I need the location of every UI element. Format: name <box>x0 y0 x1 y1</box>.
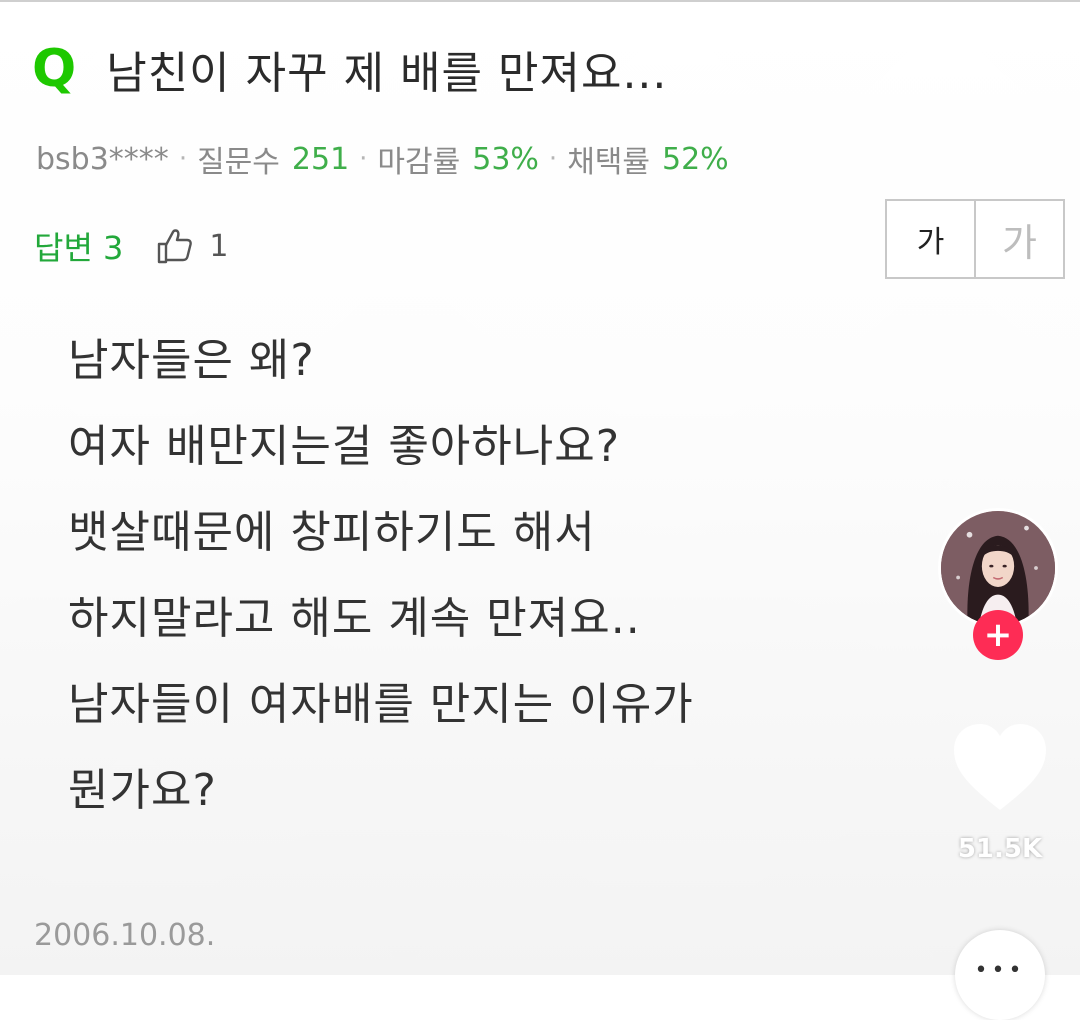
body-line: 뭔가요? <box>68 765 217 816</box>
body-line: 뱃살때문에 창피하기도 해서 <box>68 507 596 558</box>
body-line: 여자 배만지는걸 좋아하나요? <box>68 421 621 472</box>
avatar-portrait-icon <box>941 511 1055 625</box>
question-mark-icon: Q <box>32 39 77 99</box>
body-line: 남자들이 여자배를 만지는 이유가 <box>68 679 694 730</box>
question-meta: bsb3**** · 질문수 251 · 마감률 53% · 채택률 52% <box>36 135 729 183</box>
author-id[interactable]: bsb3**** <box>36 142 169 177</box>
adopt-rate-value: 52% <box>662 141 729 177</box>
question-header: Q 남친이 자꾸 제 배를 만져요... <box>32 34 667 104</box>
answer-bar: 답변 3 1 <box>34 220 229 272</box>
top-divider <box>0 0 1080 2</box>
question-title: 남친이 자꾸 제 배를 만져요... <box>106 48 668 99</box>
like-count: 1 <box>209 228 229 264</box>
question-body: 남자들은 왜? 여자 배만지는걸 좋아하나요? 뱃살때문에 창피하기도 해서 하… <box>68 318 928 834</box>
thumbs-up-icon[interactable] <box>153 224 197 268</box>
font-large-button[interactable]: 가 <box>976 201 1063 277</box>
meta-separator: · <box>359 144 368 174</box>
heart-icon[interactable] <box>952 722 1048 814</box>
questions-label: 질문수 <box>197 145 280 180</box>
body-line: 하지말라고 해도 계속 만져요.. <box>68 593 641 644</box>
questions-value: 251 <box>291 141 350 177</box>
font-small-button[interactable]: 가 <box>887 201 976 277</box>
follow-button[interactable]: + <box>973 610 1023 660</box>
close-rate-value: 53% <box>472 141 539 177</box>
font-size-toggle: 가 가 <box>885 199 1065 279</box>
adopt-rate-label: 채택률 <box>567 145 650 180</box>
close-rate-label: 마감률 <box>377 145 461 180</box>
like-total-count: 51.5K <box>957 834 1043 864</box>
body-line: 남자들은 왜? <box>68 335 315 386</box>
meta-separator: · <box>178 144 188 174</box>
answer-count[interactable]: 답변 3 <box>34 223 123 269</box>
meta-separator: · <box>548 144 558 174</box>
more-dots-icon: ••• <box>974 958 1026 983</box>
more-options-button[interactable]: ••• <box>955 930 1045 1020</box>
post-date: 2006.10.08. <box>34 918 216 953</box>
